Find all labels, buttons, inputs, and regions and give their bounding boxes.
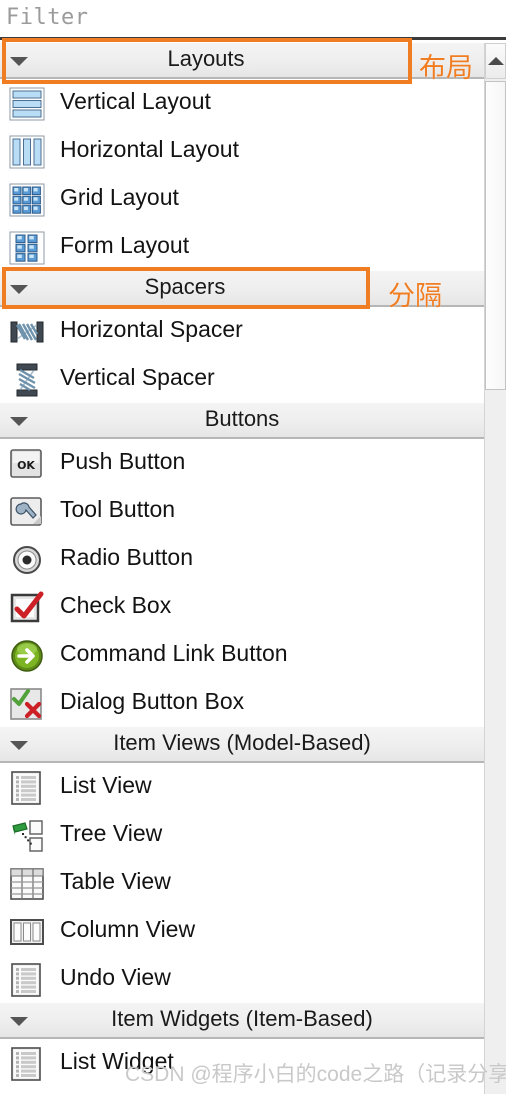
- filter-placeholder: Filter: [6, 5, 89, 30]
- command-link-button-icon: [8, 637, 46, 675]
- widget-item-label: Tool Button: [60, 496, 176, 522]
- list-widget-icon: [8, 1045, 46, 1083]
- section-title: Buttons: [204, 406, 280, 431]
- widget-item[interactable]: OK Push Button: [0, 439, 484, 487]
- annotation-label-spacers: 分隔: [388, 281, 442, 311]
- vertical-scrollbar[interactable]: [484, 43, 506, 1094]
- widget-item-label: List View: [60, 772, 152, 798]
- widget-item-label: Horizontal Layout: [60, 136, 239, 162]
- widget-item[interactable]: Radio Button: [0, 535, 484, 583]
- horizontal-spacer-icon: [8, 313, 46, 351]
- widget-item-label: List Widget: [60, 1048, 174, 1074]
- horizontal-layout-icon: [8, 133, 46, 171]
- check-box-icon: [8, 589, 46, 627]
- widget-item-label: Grid Layout: [60, 184, 179, 210]
- widget-item[interactable]: Horizontal Layout: [0, 127, 484, 175]
- radio-button-icon: [8, 541, 46, 579]
- scrollbar-thumb[interactable]: [485, 81, 506, 390]
- widget-item[interactable]: Tool Button: [0, 487, 484, 535]
- widget-item[interactable]: Undo View: [0, 955, 484, 1003]
- section-title: Layouts: [167, 46, 245, 71]
- annotation-label-layouts: 布局: [419, 53, 473, 83]
- widget-item-label: Vertical Layout: [60, 88, 211, 114]
- widget-item[interactable]: Tree View: [0, 811, 484, 859]
- column-view-icon: [8, 913, 46, 951]
- widget-list[interactable]: Layouts Vertical Layout Horizontal Layou…: [0, 43, 484, 1094]
- vertical-spacer-icon: [8, 361, 46, 399]
- widget-item-label: Push Button: [60, 448, 186, 474]
- widget-item-label: Tree View: [60, 820, 163, 846]
- section-title: Spacers: [144, 274, 226, 299]
- section-title: Item Views (Model-Based): [113, 730, 371, 755]
- dialog-button-box-icon: [8, 685, 46, 723]
- section-header-buttons[interactable]: Buttons: [0, 403, 484, 439]
- section-header-item-widgets-item-based[interactable]: Item Widgets (Item-Based): [0, 1003, 484, 1039]
- widget-item-label: Table View: [60, 868, 171, 894]
- svg-text:OK: OK: [17, 459, 35, 472]
- tree-view-icon: [8, 817, 46, 855]
- undo-view-icon: [8, 961, 46, 999]
- widget-item[interactable]: Column View: [0, 907, 484, 955]
- widget-box-panel: Filter Layouts Vertical Layout Horizonta…: [0, 0, 506, 1094]
- widget-item-label: Horizontal Spacer: [60, 316, 243, 342]
- widget-item-label: Form Layout: [60, 232, 190, 258]
- widget-item[interactable]: Vertical Spacer: [0, 355, 484, 403]
- widget-item[interactable]: Command Link Button: [0, 631, 484, 679]
- widget-item-label: Column View: [60, 916, 196, 942]
- widget-item[interactable]: List Widget: [0, 1039, 484, 1087]
- widget-item-label: Dialog Button Box: [60, 688, 245, 714]
- widget-item-label: Command Link Button: [60, 640, 288, 666]
- widget-item-label: Undo View: [60, 964, 171, 990]
- section-title: Item Widgets (Item-Based): [111, 1006, 373, 1031]
- filter-input[interactable]: Filter: [0, 0, 506, 40]
- widget-item-label: Check Box: [60, 592, 172, 618]
- grid-layout-icon: [8, 181, 46, 219]
- widget-item[interactable]: Check Box: [0, 583, 484, 631]
- form-layout-icon: [8, 229, 46, 267]
- widget-item[interactable]: List View: [0, 763, 484, 811]
- table-view-icon: [8, 865, 46, 903]
- widget-item[interactable]: Dialog Button Box: [0, 679, 484, 727]
- widget-item[interactable]: Horizontal Spacer: [0, 307, 484, 355]
- widget-item[interactable]: Table View: [0, 859, 484, 907]
- list-view-icon: [8, 769, 46, 807]
- scroll-up-arrow-icon: [487, 57, 504, 65]
- vertical-layout-icon: [8, 85, 46, 123]
- widget-item[interactable]: Grid Layout: [0, 175, 484, 223]
- scroll-up-button[interactable]: [485, 43, 506, 79]
- push-button-icon: OK: [8, 445, 46, 483]
- widget-item-label: Vertical Spacer: [60, 364, 215, 390]
- section-header-item-views-model-based[interactable]: Item Views (Model-Based): [0, 727, 484, 763]
- widget-item-label: Radio Button: [60, 544, 193, 570]
- tool-button-icon: [8, 493, 46, 531]
- widget-item[interactable]: Vertical Layout: [0, 79, 484, 127]
- section-header-layouts[interactable]: Layouts: [0, 43, 484, 79]
- widget-item[interactable]: Form Layout: [0, 223, 484, 271]
